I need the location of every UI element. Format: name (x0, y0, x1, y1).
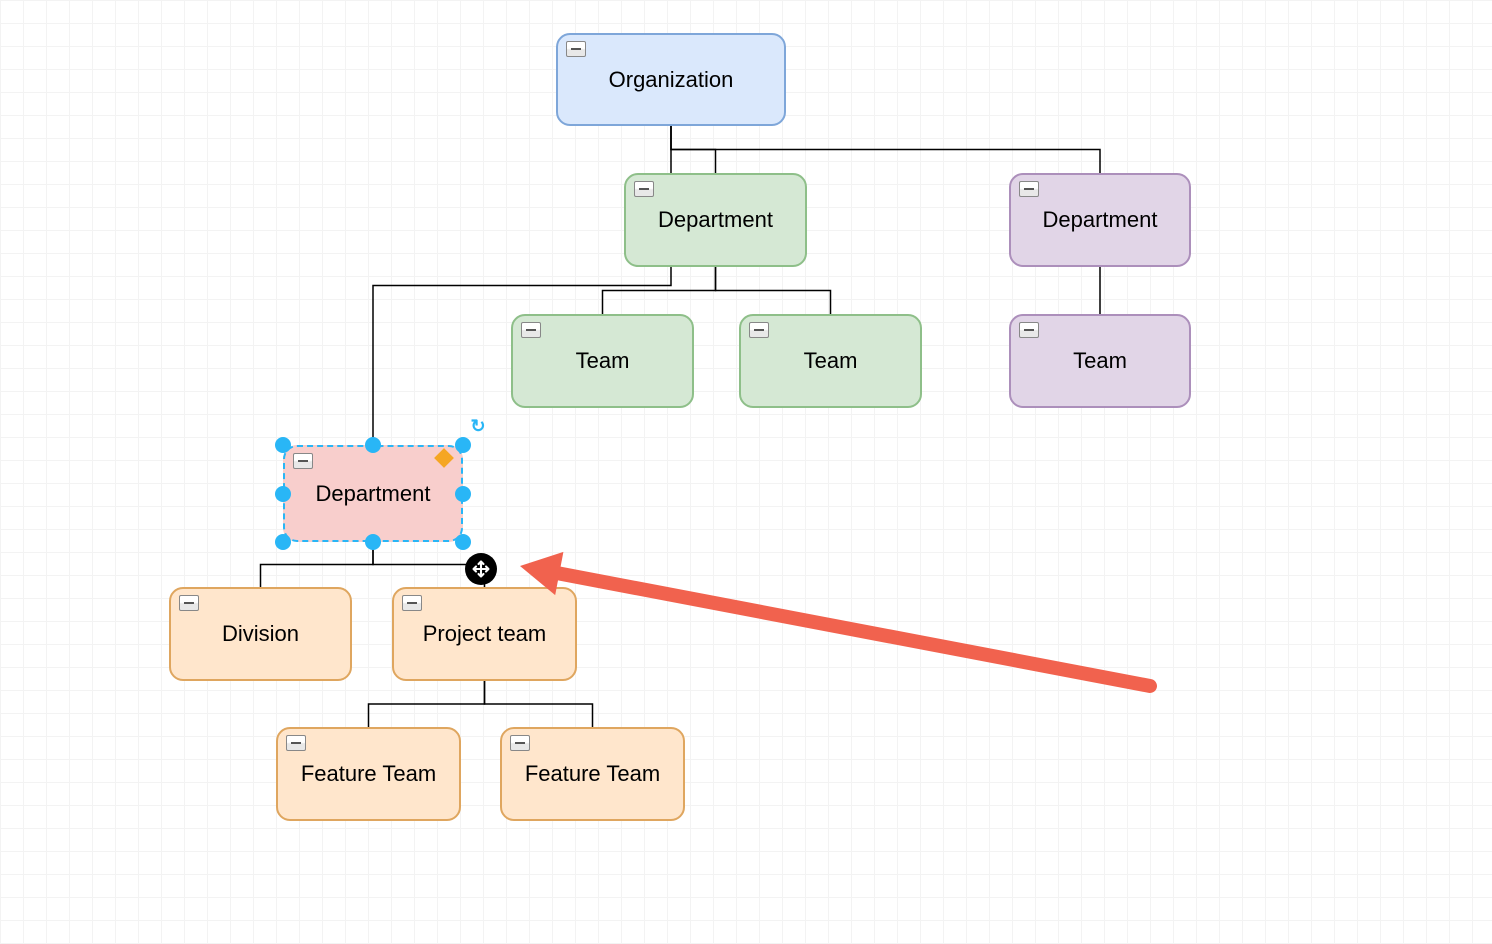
node-feature-team-2[interactable]: Feature Team (500, 727, 685, 821)
collapse-icon[interactable] (521, 322, 541, 338)
node-project-team[interactable]: Project team (392, 587, 577, 681)
collapse-icon[interactable] (634, 181, 654, 197)
node-label: Feature Team (525, 761, 660, 787)
node-label: Division (222, 621, 299, 647)
collapse-icon[interactable] (402, 595, 422, 611)
collapse-icon[interactable] (749, 322, 769, 338)
collapse-icon[interactable] (1019, 322, 1039, 338)
connector-layer (0, 0, 1492, 944)
node-organization[interactable]: Organization (556, 33, 786, 126)
node-label: Department (658, 207, 773, 233)
node-label: Team (804, 348, 858, 374)
node-team-green-2[interactable]: Team (739, 314, 922, 408)
selection-handle[interactable] (275, 486, 291, 502)
node-label: Project team (423, 621, 547, 647)
node-label: Team (576, 348, 630, 374)
selection-handle[interactable] (455, 534, 471, 550)
node-division[interactable]: Division (169, 587, 352, 681)
diagram-canvas[interactable]: Organization Department Department Team … (0, 0, 1492, 944)
selection-handle[interactable] (365, 534, 381, 550)
selection-handle[interactable] (455, 486, 471, 502)
node-department-purple[interactable]: Department (1009, 173, 1191, 267)
selection-handle[interactable] (365, 437, 381, 453)
move-handle-icon[interactable] (465, 553, 497, 585)
rotate-handle-icon[interactable]: ↻ (469, 417, 487, 435)
collapse-icon[interactable] (179, 595, 199, 611)
node-label: Team (1073, 348, 1127, 374)
selection-handle[interactable] (455, 437, 471, 453)
collapse-icon[interactable] (293, 453, 313, 469)
collapse-icon[interactable] (286, 735, 306, 751)
node-label: Department (316, 481, 431, 507)
node-team-purple[interactable]: Team (1009, 314, 1191, 408)
node-label: Department (1043, 207, 1158, 233)
annotation-arrow (0, 0, 1492, 944)
selection-handle[interactable] (275, 437, 291, 453)
node-label: Organization (609, 67, 734, 93)
collapse-icon[interactable] (1019, 181, 1039, 197)
node-team-green-1[interactable]: Team (511, 314, 694, 408)
collapse-icon[interactable] (510, 735, 530, 751)
node-department-green[interactable]: Department (624, 173, 807, 267)
selection-handle[interactable] (275, 534, 291, 550)
collapse-icon[interactable] (566, 41, 586, 57)
node-label: Feature Team (301, 761, 436, 787)
node-feature-team-1[interactable]: Feature Team (276, 727, 461, 821)
